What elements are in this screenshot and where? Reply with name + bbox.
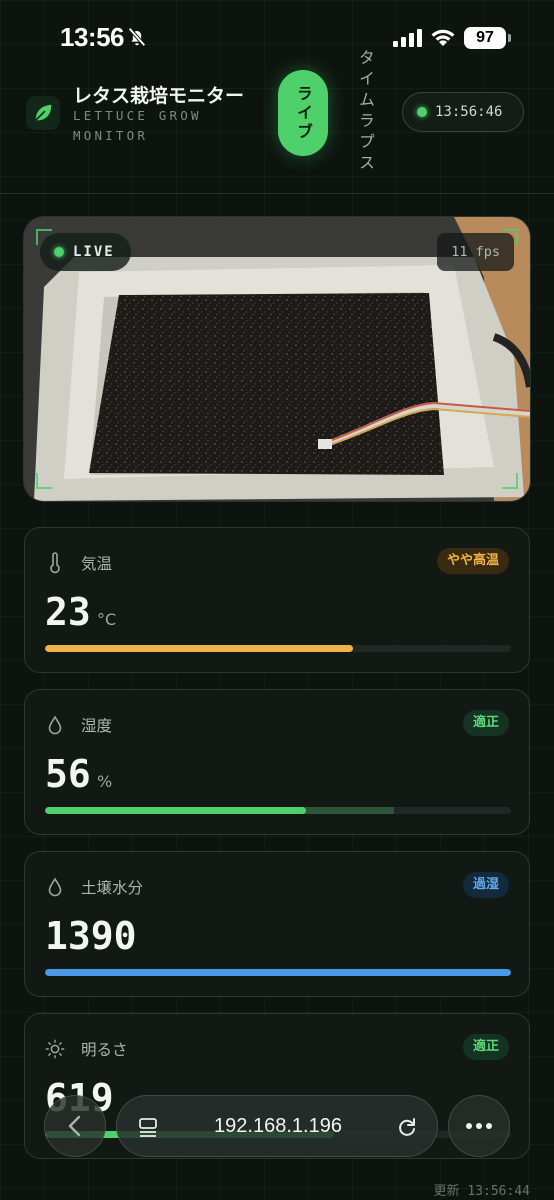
sensor-label: 明るさ xyxy=(81,1041,128,1059)
sensor-value: 23 xyxy=(45,590,91,634)
sensor-label: 土壌水分 xyxy=(81,879,144,897)
droplet-icon xyxy=(48,877,62,897)
clock-time: 13:56:46 xyxy=(435,104,503,120)
bell-slash-icon xyxy=(128,27,146,47)
frame-corner xyxy=(36,229,52,245)
sensor-bar xyxy=(45,969,511,976)
battery-icon: 97 xyxy=(464,27,511,49)
sensor-bar-fill xyxy=(45,969,511,976)
status-time: 13:56 xyxy=(60,22,125,52)
live-indicator-dot xyxy=(54,247,64,257)
frame-corner xyxy=(502,229,518,245)
signal-icon xyxy=(393,29,422,47)
last-updated: 更新 13:56:44 xyxy=(433,1184,530,1199)
sensor-bar-fill xyxy=(45,807,306,814)
droplet-icon xyxy=(48,715,62,735)
address-bar[interactable]: 192.168.1.196 xyxy=(116,1095,438,1157)
clock-indicator-dot xyxy=(417,107,427,117)
sensor-card-humidity: 湿度 適正 56 % xyxy=(24,689,530,835)
app-subtitle: LETTUCE GROW MONITOR xyxy=(73,108,202,143)
sensor-card-soil-moisture: 土壌水分 過湿 1390 xyxy=(24,851,530,997)
sensor-card-temperature: 気温 やや高温 23 °C xyxy=(24,527,530,673)
status-badge: 過湿 xyxy=(462,872,509,898)
tab-live[interactable]: ライブ xyxy=(278,70,328,156)
status-badge: 適正 xyxy=(462,710,509,736)
url-text[interactable]: 192.168.1.196 xyxy=(117,1115,439,1138)
tab-timelapse[interactable]: タイムラプス xyxy=(352,42,378,182)
sensor-label: 気温 xyxy=(81,555,113,573)
leaf-icon xyxy=(26,96,60,130)
sensor-bar-fill xyxy=(45,645,353,652)
live-badge: LIVE xyxy=(40,233,131,271)
reload-icon[interactable] xyxy=(395,1115,419,1139)
chevron-left-icon xyxy=(68,1115,81,1137)
frame-corner xyxy=(36,473,52,489)
sensor-label: 湿度 xyxy=(81,717,113,735)
status-badge: やや高温 xyxy=(436,548,509,574)
back-button[interactable] xyxy=(44,1095,106,1157)
camera-feed: LIVE 11 fps xyxy=(24,217,530,501)
thermometer-icon xyxy=(50,552,60,574)
wifi-icon xyxy=(431,29,455,46)
sensor-value: 56 xyxy=(45,752,91,796)
live-label: LIVE xyxy=(73,244,115,260)
more-button[interactable] xyxy=(448,1095,510,1157)
status-badge: 適正 xyxy=(462,1034,509,1060)
status-bar: 13:56 97 xyxy=(0,0,554,76)
sensor-bar xyxy=(45,807,511,814)
sensor-unit: °C xyxy=(97,610,117,629)
sensor-value: 1390 xyxy=(45,914,137,958)
sensor-bar xyxy=(45,645,511,652)
frame-corner xyxy=(502,473,518,489)
more-dots-icon xyxy=(466,1123,492,1129)
clock-display: 13:56:46 xyxy=(402,92,524,132)
sun-icon xyxy=(45,1039,65,1059)
sensor-unit: % xyxy=(97,772,113,791)
app-title: レタス栽培モニター xyxy=(73,85,245,107)
